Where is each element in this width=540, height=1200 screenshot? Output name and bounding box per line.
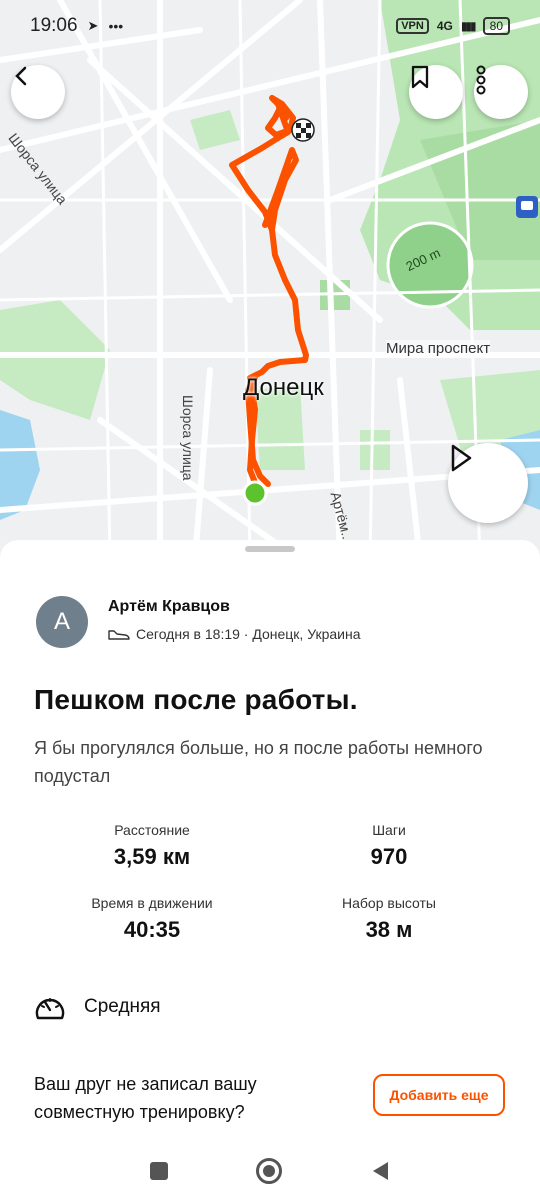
route-map[interactable]: Шорса улица Мира проспект Донецк 200 m Ш… [0, 0, 540, 560]
stat-value: 3,59 км [113, 844, 191, 869]
location-arrow-icon: ➤ [87, 18, 99, 33]
more-notifications-icon: ••• [108, 18, 124, 34]
status-bar: 19:06 ➤ ••• VPN 4G ▮▮▮ 80 [0, 0, 540, 52]
chevron-left-icon [15, 66, 27, 86]
stat-label: Расстояние [114, 822, 190, 838]
author-name[interactable]: Артём Кравцов [108, 598, 230, 616]
activity-title: Пешком после работы. [34, 684, 358, 715]
status-time: 19:06 [30, 15, 78, 36]
activity-meta-text: Сегодня в 18:19 · Донецк, Украина [136, 626, 361, 642]
shoe-icon [108, 630, 130, 640]
stat-label: Шаги [372, 822, 406, 838]
stat-label: Набор высоты [342, 895, 436, 911]
network-label: 4G [436, 19, 453, 33]
stat-value: 970 [370, 844, 408, 869]
sheet-drag-handle[interactable] [245, 546, 295, 552]
map-label-avenue: Мира проспект [386, 340, 491, 357]
stat-elevation: Набор высоты 38 м [289, 895, 489, 943]
finish-flag-icon [291, 118, 315, 142]
bookmark-button[interactable] [409, 65, 463, 119]
battery-indicator: 80 [482, 17, 510, 35]
activity-meta: Сегодня в 18:19 · Донецк, Украина [108, 626, 361, 642]
stat-moving-time: Время в движении 40:35 [52, 895, 252, 943]
stat-distance: Расстояние 3,59 км [52, 822, 252, 870]
avatar[interactable]: А [36, 596, 88, 648]
more-vertical-icon [476, 65, 486, 95]
back-button[interactable] [11, 65, 65, 119]
stat-label: Время в движении [91, 895, 213, 911]
back-triangle-icon[interactable] [370, 1160, 390, 1182]
recent-apps-button[interactable] [150, 1162, 168, 1180]
play-flyover-button[interactable] [448, 443, 528, 523]
stat-steps: Шаги 970 [289, 822, 489, 870]
stat-value: 38 м [365, 917, 413, 942]
intensity-label: Средняя [84, 996, 161, 1017]
bookmark-icon [411, 65, 429, 89]
activity-description: Я бы прогулялся больше, но я после работ… [34, 738, 483, 786]
map-label-city: Донецк [243, 374, 324, 401]
activity-sheet: А Артём Кравцов Сегодня в 18:19 · Донецк… [0, 540, 540, 1200]
signal-icon: ▮▮▮ [460, 19, 477, 33]
gauge-icon [35, 998, 65, 1020]
play-icon [451, 444, 472, 472]
intensity-row[interactable]: Средняя [34, 992, 161, 1022]
system-nav-bar [0, 1142, 540, 1200]
vpn-badge: VPN [396, 18, 429, 34]
stat-value: 40:35 [123, 917, 181, 942]
add-more-button[interactable]: Добавить еще [373, 1074, 505, 1116]
add-partner-prompt: Ваш друг не записал вашу совместную трен… [34, 1074, 257, 1122]
map-label-street-2: Шорса улица [180, 395, 196, 481]
home-button[interactable] [256, 1158, 282, 1184]
more-options-button[interactable] [474, 65, 528, 119]
start-marker [242, 480, 268, 506]
